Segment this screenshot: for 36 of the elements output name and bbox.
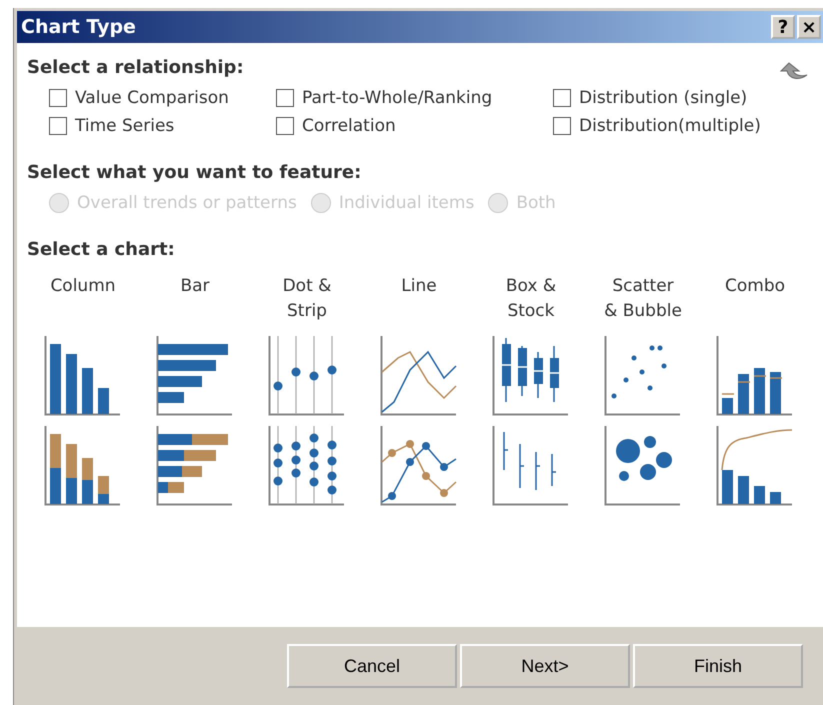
checkbox-option[interactable]: Time Series bbox=[49, 116, 276, 136]
scatter-plot-icon[interactable] bbox=[604, 336, 682, 416]
box-plot-icon[interactable] bbox=[492, 336, 570, 416]
dot-plot-icon[interactable] bbox=[268, 336, 346, 416]
chart-type-label: Bar bbox=[180, 275, 210, 298]
pareto-chart-icon[interactable] bbox=[716, 426, 794, 506]
close-button[interactable]: × bbox=[797, 15, 821, 39]
window-title: Chart Type bbox=[21, 16, 136, 38]
checkbox-option[interactable]: Distribution (single) bbox=[553, 88, 813, 108]
line-chart-icon[interactable] bbox=[380, 336, 458, 416]
stock-chart-icon[interactable] bbox=[492, 426, 570, 506]
strip-plot-icon[interactable] bbox=[268, 426, 346, 506]
section-heading: Select a chart: bbox=[27, 239, 175, 260]
column-chart-icon[interactable] bbox=[44, 336, 122, 416]
combo-chart-icon[interactable] bbox=[716, 336, 794, 416]
finish-button[interactable]: Finish bbox=[633, 644, 803, 688]
stacked-bar-chart-icon[interactable] bbox=[156, 426, 234, 506]
chart-type-label: Scatter & Bubble bbox=[604, 275, 682, 323]
bar-chart-icon[interactable] bbox=[156, 336, 234, 416]
line-chart-with-markers-icon[interactable] bbox=[380, 426, 458, 506]
chart-type-label: Box & Stock bbox=[506, 275, 556, 323]
checkbox-option[interactable]: Distribution(multiple) bbox=[553, 116, 813, 136]
section-heading: Select a relationship: bbox=[27, 57, 244, 78]
bubble-chart-icon[interactable] bbox=[604, 426, 682, 506]
section-heading: Select what you want to feature: bbox=[27, 162, 362, 183]
checkbox-option[interactable]: Value Comparison bbox=[49, 88, 276, 108]
next-button[interactable]: Next> bbox=[460, 644, 630, 688]
stacked-column-chart-icon[interactable] bbox=[44, 426, 122, 506]
cancel-button[interactable]: Cancel bbox=[287, 644, 457, 688]
chart-type-label: Combo bbox=[724, 275, 786, 298]
chart-type-label: Line bbox=[401, 275, 437, 298]
chart-type-label: Column bbox=[50, 275, 116, 298]
checkbox-option[interactable]: Correlation bbox=[276, 116, 553, 136]
checkbox-option[interactable]: Part-to-Whole/Ranking bbox=[276, 88, 553, 108]
chart-type-label: Dot & Strip bbox=[282, 275, 332, 323]
help-button[interactable]: ? bbox=[771, 15, 795, 39]
